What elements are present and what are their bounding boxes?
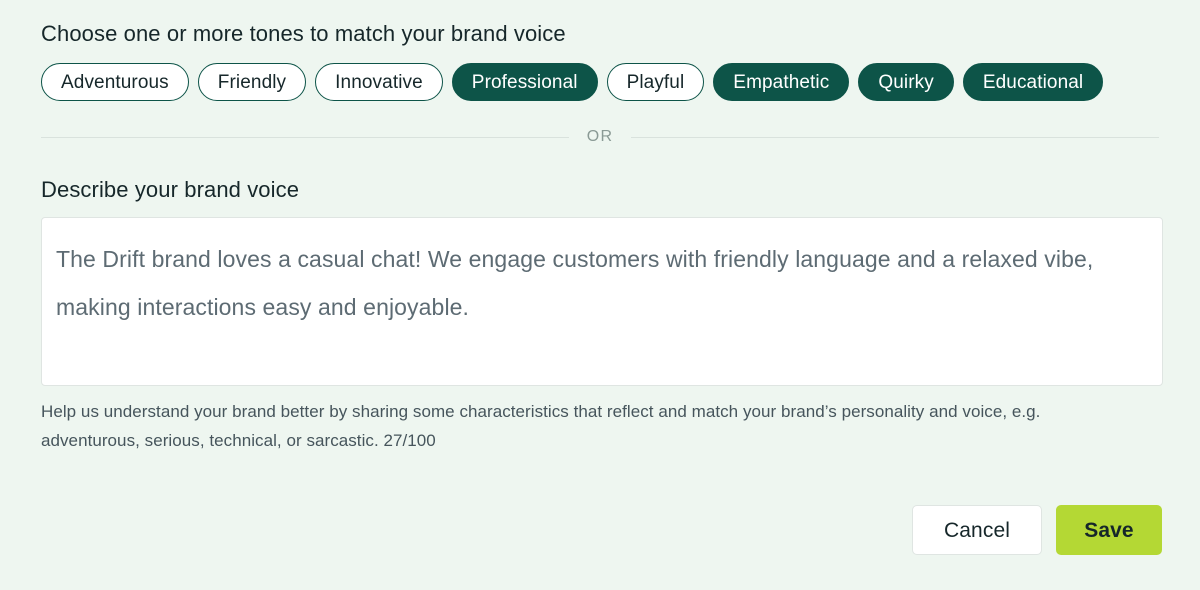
tone-chip-educational[interactable]: Educational [962, 63, 1104, 101]
describe-heading: Describe your brand voice [41, 177, 300, 202]
divider-line-right [631, 136, 1159, 138]
or-divider: OR [41, 129, 1159, 145]
tone-chip-playful[interactable]: Playful [606, 63, 705, 101]
brand-voice-helper-text: Help us understand your brand better by … [41, 402, 1041, 450]
footer-actions: Cancel Save [912, 505, 1162, 555]
tone-chip-adventurous[interactable]: Adventurous [41, 63, 189, 101]
tones-heading: Choose one or more tones to match your b… [41, 21, 566, 46]
cancel-button[interactable]: Cancel [912, 505, 1042, 555]
save-button[interactable]: Save [1056, 505, 1162, 555]
tone-chip-friendly[interactable]: Friendly [197, 63, 307, 101]
tone-chip-empathetic[interactable]: Empathetic [713, 63, 850, 101]
brand-voice-panel: Choose one or more tones to match your b… [0, 0, 1200, 590]
brand-voice-textarea[interactable] [41, 217, 1163, 386]
tone-chip-row: Adventurous Friendly Innovative Professiona… [41, 63, 1159, 101]
divider-label: OR [586, 128, 614, 145]
divider-line-left [41, 136, 569, 138]
tone-chip-quirky[interactable]: Quirky [858, 63, 954, 101]
tone-chip-professional[interactable]: Professional [451, 63, 598, 101]
tone-chip-innovative[interactable]: Innovative [315, 63, 443, 101]
